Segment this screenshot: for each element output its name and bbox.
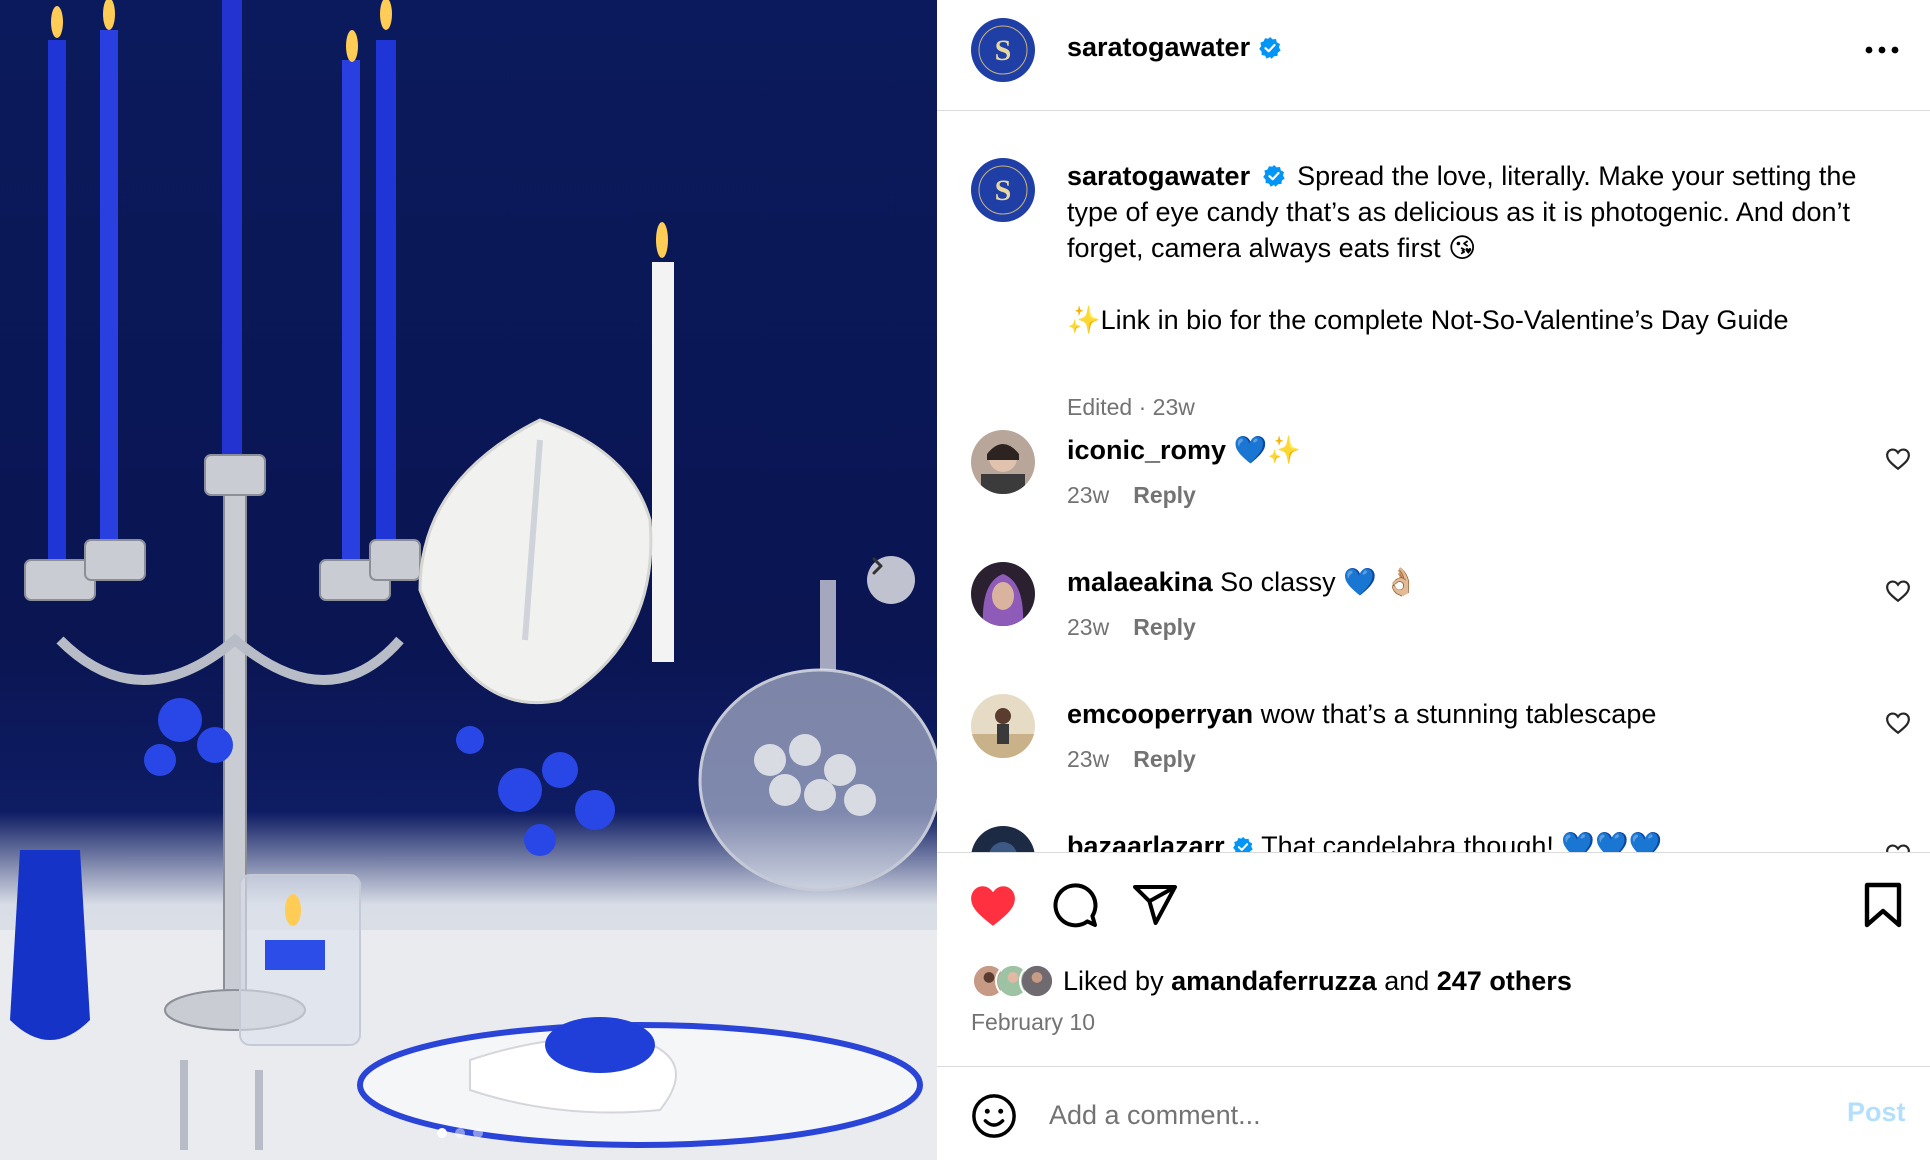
likes-and: and: [1384, 965, 1430, 996]
comment-username[interactable]: bazaarlazarr: [1067, 831, 1225, 852]
comment-like-button[interactable]: [1885, 710, 1911, 736]
heart-outline-icon: [1886, 580, 1910, 603]
verified-badge-icon: [1233, 836, 1253, 852]
caption-meta: Edited · 23w: [1067, 394, 1195, 420]
comment-input[interactable]: [1049, 1087, 1749, 1143]
carousel-dot[interactable]: [437, 1128, 447, 1138]
user-avatar-image: [971, 562, 1035, 626]
user-avatar-image: [971, 430, 1035, 494]
bookmark-icon: [1864, 882, 1902, 928]
carousel-dots: [437, 1128, 483, 1138]
share-button[interactable]: [1129, 879, 1181, 931]
add-comment-bar: Post: [937, 1066, 1930, 1160]
heart-outline-icon: [1886, 712, 1910, 735]
like-button[interactable]: [967, 879, 1019, 931]
comment-username[interactable]: iconic_romy: [1067, 435, 1226, 465]
liker-username[interactable]: amandaferruzza: [1171, 966, 1377, 996]
more-options-icon: [1865, 46, 1899, 54]
comment-body: wow that’s a stunning tablescape: [1260, 699, 1657, 729]
comment-text: iconic_romy 💙✨: [1067, 432, 1301, 468]
caption-username[interactable]: saratogawater: [1067, 161, 1250, 191]
comment-age: 23w: [1067, 482, 1110, 508]
comment-body: So classy 💙 👌🏼: [1220, 567, 1418, 597]
comment-item: bazaarlazarr That candelabra though! 💙💙💙: [971, 826, 1910, 852]
caption-text: saratogawater Spread the love, literally…: [1067, 158, 1897, 338]
post-date[interactable]: February 10: [971, 1009, 1095, 1036]
post-header: S saratogawater: [937, 0, 1930, 111]
comment-avatar[interactable]: [971, 562, 1035, 626]
svg-text:S: S: [995, 174, 1012, 207]
liker-avatar: [1019, 963, 1055, 999]
more-options-button[interactable]: [1862, 38, 1902, 62]
comment-body: That candelabra though! 💙💙💙: [1261, 831, 1663, 852]
comment-item: iconic_romy 💙✨ 23w Reply: [971, 430, 1910, 530]
likes-summary[interactable]: Liked by amandaferruzza and 247 others: [971, 963, 1572, 999]
emoji-icon: [972, 1094, 1016, 1138]
post-comment-button[interactable]: Post: [1847, 1097, 1906, 1128]
comment-body: 💙✨: [1233, 435, 1301, 465]
likes-prefix: Liked by: [1063, 965, 1164, 996]
caption-avatar[interactable]: S: [971, 158, 1035, 222]
send-icon: [1133, 885, 1177, 925]
comment-username[interactable]: emcooperryan: [1067, 699, 1253, 729]
emoji-button[interactable]: [971, 1093, 1017, 1139]
comment-meta: 23w Reply: [1067, 746, 1196, 773]
svg-text:S: S: [995, 34, 1012, 67]
tablescape-photo: [0, 0, 937, 1160]
comment-like-button[interactable]: [1885, 842, 1911, 852]
likes-others-link[interactable]: 247 others: [1437, 966, 1572, 996]
save-button[interactable]: [1857, 879, 1909, 931]
comment-age: 23w: [1067, 614, 1110, 640]
heart-filled-icon: [971, 886, 1015, 926]
post-panel: S saratogawater S saratogawater Spread t…: [937, 0, 1930, 1160]
chevron-right-icon: [872, 557, 883, 575]
author-username[interactable]: saratogawater: [1067, 32, 1282, 63]
verified-badge-icon: [1259, 36, 1281, 59]
likes-text: Liked by amandaferruzza and 247 others: [1063, 966, 1572, 997]
verified-badge-icon: [1262, 165, 1285, 187]
comment-age: 23w: [1067, 746, 1110, 772]
post-image[interactable]: [0, 0, 937, 1160]
comment-icon: [1053, 883, 1098, 928]
saratoga-logo: S: [973, 160, 1033, 220]
carousel-next-button[interactable]: [867, 556, 915, 604]
caption-link-line: ✨Link in bio for the complete Not-So-Val…: [1067, 305, 1789, 335]
comment-text: emcooperryan wow that’s a stunning table…: [1067, 696, 1656, 732]
user-avatar-image: [971, 694, 1035, 758]
comment-item: emcooperryan wow that’s a stunning table…: [971, 694, 1910, 794]
comment-button[interactable]: [1049, 879, 1101, 931]
reply-button[interactable]: Reply: [1133, 746, 1196, 773]
comment-avatar[interactable]: [971, 430, 1035, 494]
comment-username[interactable]: malaeakina: [1067, 567, 1213, 597]
username-text[interactable]: saratogawater: [1067, 32, 1250, 63]
comment-avatar[interactable]: [971, 826, 1035, 852]
comment-item: malaeakina So classy 💙 👌🏼 23w Reply: [971, 562, 1910, 662]
comment-like-button[interactable]: [1885, 578, 1911, 604]
comment-avatar[interactable]: [971, 694, 1035, 758]
comments-scroll-area[interactable]: S saratogawater Spread the love, literal…: [937, 112, 1930, 852]
comment-meta: 23w Reply: [1067, 614, 1196, 641]
reply-button[interactable]: Reply: [1133, 614, 1196, 641]
heart-outline-icon: [1886, 448, 1910, 471]
carousel-dot[interactable]: [473, 1128, 483, 1138]
comment-meta: 23w Reply: [1067, 482, 1196, 509]
saratoga-logo: S: [973, 20, 1033, 80]
comment-text: bazaarlazarr That candelabra though! 💙💙💙: [1067, 828, 1662, 852]
post-actions: Liked by amandaferruzza and 247 others F…: [937, 852, 1930, 1066]
comment-like-button[interactable]: [1885, 446, 1911, 472]
author-avatar[interactable]: S: [971, 18, 1035, 82]
comment-text: malaeakina So classy 💙 👌🏼: [1067, 564, 1418, 600]
reply-button[interactable]: Reply: [1133, 482, 1196, 509]
user-avatar-image: [971, 826, 1035, 852]
heart-outline-icon: [1886, 844, 1910, 852]
carousel-dot[interactable]: [455, 1128, 465, 1138]
